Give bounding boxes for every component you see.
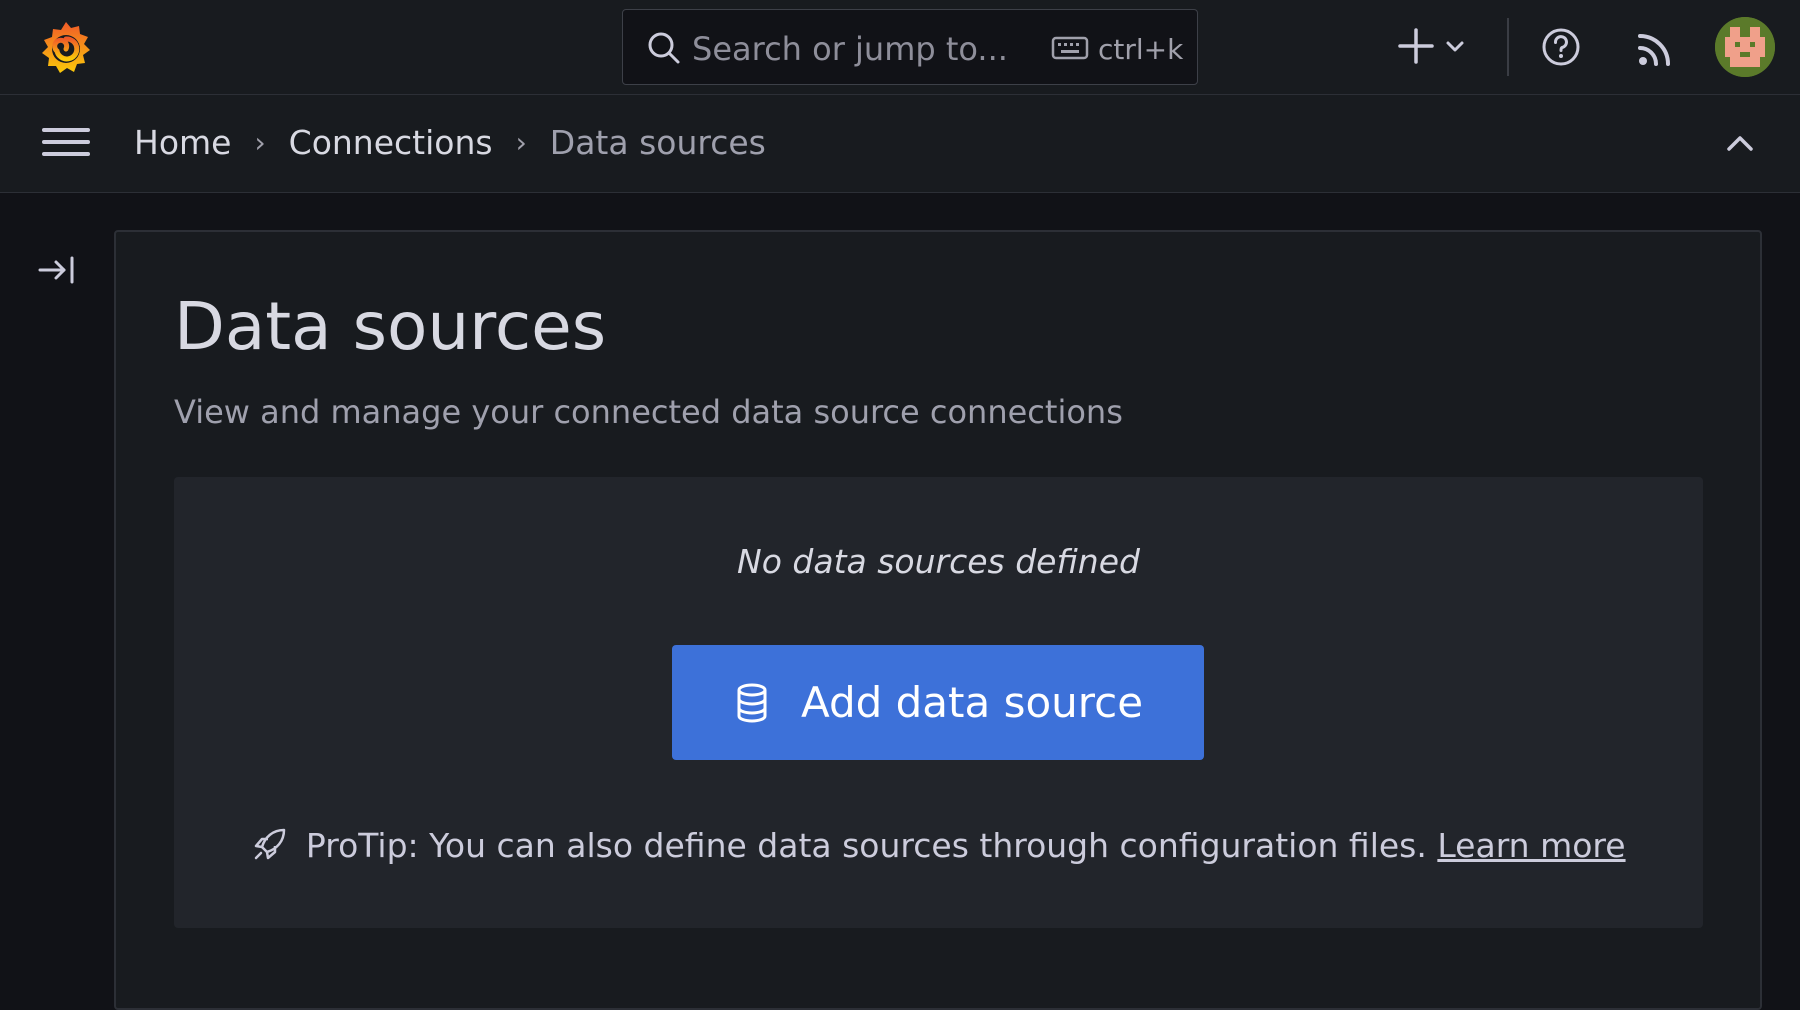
keyboard-icon (1051, 36, 1089, 60)
chevron-right-icon: › (254, 126, 266, 159)
avatar[interactable] (1715, 17, 1775, 77)
protip-text: ProTip: You can also define data sources… (305, 826, 1427, 865)
search-placeholder: Search or jump to... (692, 30, 1008, 68)
protip: ProTip: You can also define data sources… (174, 825, 1703, 865)
dock-menu-icon[interactable] (38, 254, 78, 286)
chevron-right-icon: › (515, 126, 527, 159)
page-title: Data sources (174, 288, 607, 365)
breadcrumb-home[interactable]: Home (134, 123, 231, 162)
rss-icon[interactable] (1636, 30, 1674, 68)
chevron-up-icon[interactable] (1725, 133, 1755, 157)
breadcrumb-bar: Home › Connections › Data sources (0, 95, 1800, 193)
breadcrumb-current: Data sources (549, 123, 766, 162)
database-icon (737, 683, 767, 722)
empty-state-message: No data sources defined (737, 542, 1140, 581)
page-subtitle: View and manage your connected data sour… (174, 393, 1123, 431)
add-data-source-button[interactable]: Add data source (672, 645, 1204, 760)
chevron-down-icon (1446, 41, 1464, 52)
search-shortcut: ctrl+k (1098, 33, 1184, 66)
top-bar: Search or jump to... ctrl+k (0, 0, 1800, 95)
add-data-source-label: Add data source (800, 678, 1144, 727)
new-button[interactable] (1392, 22, 1472, 72)
grafana-logo-icon[interactable] (36, 18, 96, 78)
breadcrumb-connections[interactable]: Connections (289, 123, 493, 162)
search-input[interactable]: Search or jump to... ctrl+k (622, 9, 1198, 85)
learn-more-link[interactable]: Learn more (1437, 826, 1625, 865)
plus-icon (1398, 28, 1434, 64)
empty-state: No data sources defined Add data source … (174, 477, 1703, 928)
breadcrumb: Home › Connections › Data sources (134, 123, 766, 162)
hamburger-menu-icon[interactable] (40, 122, 92, 162)
help-circle-icon[interactable] (1541, 27, 1581, 67)
topbar-divider (1507, 18, 1509, 76)
rocket-icon (255, 828, 286, 860)
search-icon (648, 32, 680, 64)
